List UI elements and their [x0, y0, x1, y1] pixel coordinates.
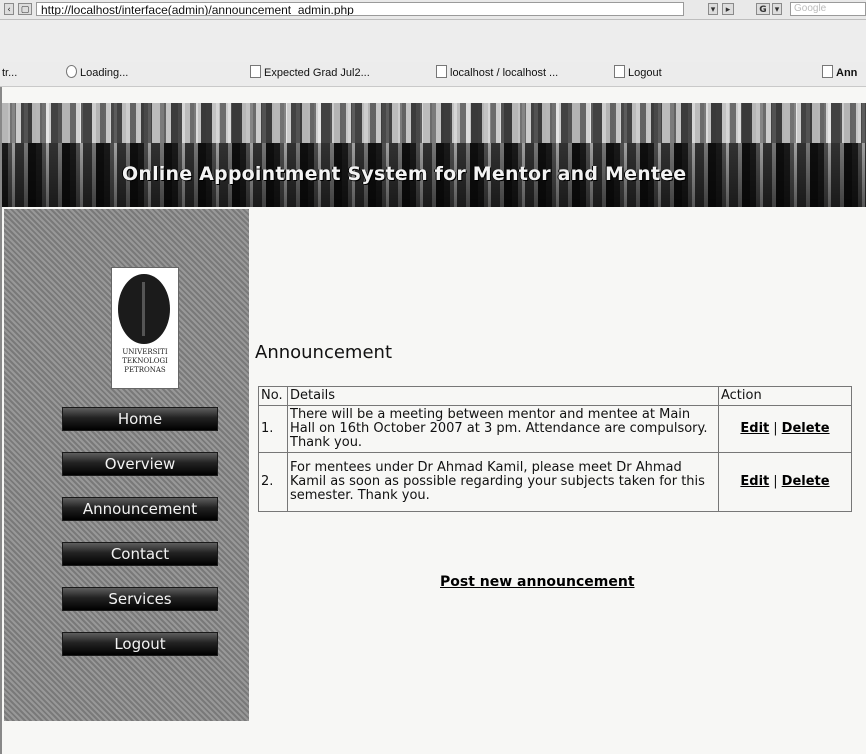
nav-services[interactable]: Services [62, 587, 218, 611]
bookmark-item[interactable]: Ann [822, 65, 857, 81]
bookmark-item[interactable]: localhost / localhost ... [436, 65, 558, 81]
bookmark-item[interactable]: Expected Grad Jul2... [250, 65, 370, 81]
university-logo: UNIVERSITI TEKNOLOGI PETRONAS [111, 267, 179, 389]
edit-link[interactable]: Edit [740, 474, 769, 489]
page-icon [822, 65, 833, 78]
nav-overview[interactable]: Overview [62, 452, 218, 476]
bookmark-item[interactable]: tr... [2, 65, 17, 81]
page-icon [436, 65, 447, 78]
page-body: Online Appointment System for Mentor and… [0, 87, 866, 754]
column-header-action: Action [718, 386, 852, 406]
browser-address-bar: ‹ ▢ http://localhost/interface(admin)/an… [0, 0, 866, 20]
logo-emblem-icon [118, 274, 170, 344]
back-icon[interactable]: ‹ [4, 3, 14, 15]
url-input[interactable]: http://localhost/interface(admin)/announ… [36, 2, 684, 16]
bookmarks-bar: tr... Loading... Expected Grad Jul2... l… [0, 62, 866, 87]
row-details: For mentees under Dr Ahmad Kamil, please… [287, 452, 719, 512]
header-banner: Online Appointment System for Mentor and… [2, 103, 866, 207]
dropdown-arrow-icon[interactable]: ▾ [708, 3, 718, 15]
post-new-announcement-link[interactable]: Post new announcement [440, 574, 635, 590]
nav-contact[interactable]: Contact [62, 542, 218, 566]
page-title: Announcement [255, 342, 393, 363]
loading-icon [66, 65, 77, 78]
page-icon: ▢ [18, 3, 32, 15]
bookmark-item[interactable]: Loading... [66, 65, 128, 81]
bookmark-item[interactable]: Logout [614, 65, 662, 81]
row-number: 1. [258, 405, 288, 453]
browser-toolbar [0, 20, 866, 62]
main-content: Announcement No. Details Action 1. There… [250, 209, 866, 754]
column-header-details: Details [287, 386, 719, 406]
search-engine-dropdown-icon[interactable]: ▾ [772, 3, 782, 15]
row-actions: Edit | Delete [718, 405, 852, 453]
page-icon [614, 65, 625, 78]
nav-home[interactable]: Home [62, 407, 218, 431]
announcement-table: No. Details Action 1. There will be a me… [258, 386, 852, 512]
row-number: 2. [258, 452, 288, 512]
row-details: There will be a meeting between mentor a… [287, 405, 719, 453]
page-icon [250, 65, 261, 78]
sidebar: UNIVERSITI TEKNOLOGI PETRONAS Home Overv… [4, 209, 249, 721]
logo-text: UNIVERSITI TEKNOLOGI PETRONAS [122, 348, 168, 374]
table-header-row: No. Details Action [258, 386, 852, 406]
delete-link[interactable]: Delete [782, 421, 830, 436]
nav-announcement[interactable]: Announcement [62, 497, 218, 521]
row-actions: Edit | Delete [718, 452, 852, 512]
site-title: Online Appointment System for Mentor and… [122, 163, 687, 185]
table-row: 1. There will be a meeting between mento… [258, 405, 852, 453]
table-row: 2. For mentees under Dr Ahmad Kamil, ple… [258, 452, 852, 512]
google-icon[interactable]: G [756, 3, 770, 15]
column-header-no: No. [258, 386, 288, 406]
go-icon[interactable]: ▸ [722, 3, 734, 15]
search-input[interactable]: Google [790, 2, 866, 16]
nav-logout[interactable]: Logout [62, 632, 218, 656]
delete-link[interactable]: Delete [782, 474, 830, 489]
edit-link[interactable]: Edit [740, 421, 769, 436]
separator: | [773, 474, 778, 489]
separator: | [773, 421, 778, 436]
